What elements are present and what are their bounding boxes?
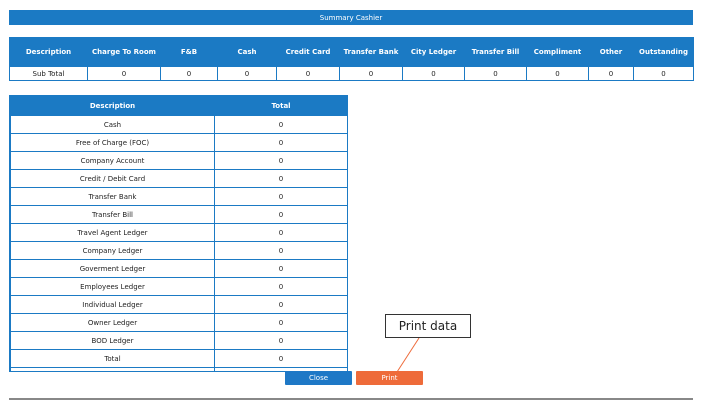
detail-total: 0 <box>214 241 347 260</box>
subtotal-cell: 0 <box>160 66 218 81</box>
detail-table-scroll[interactable]: Description Total Cash 0 Free of Charge (F… <box>9 95 348 372</box>
subtotal-cell: 0 <box>87 66 161 81</box>
detail-description: BOD Ledger <box>10 331 215 350</box>
bottom-divider <box>9 398 693 400</box>
detail-row: Transfer Bank 0 <box>10 187 347 206</box>
detail-description: Company Ledger <box>10 241 215 260</box>
close-button[interactable]: Close <box>285 371 352 385</box>
detail-total: 0 <box>214 133 347 152</box>
detail-description: Travel Agent Ledger <box>10 223 215 242</box>
detail-description <box>10 367 215 371</box>
detail-description: Goverment Ledger <box>10 259 215 278</box>
subtotal-cell: 0 <box>339 66 403 81</box>
detail-description: Credit / Debit Card <box>10 169 215 188</box>
detail-total: 0 <box>214 151 347 170</box>
detail-total: 0 <box>214 205 347 224</box>
detail-total: 0 <box>214 313 347 332</box>
detail-row: BOD Ledger 0 <box>10 331 347 350</box>
detail-table: Description Total Cash 0 Free of Charge (F… <box>10 96 347 371</box>
detail-row: Travel Agent Ledger 0 <box>10 223 347 242</box>
detail-description: Owner Ledger <box>10 313 215 332</box>
col-charge-to-room: Charge To Room <box>87 37 161 67</box>
col-transfer-bill: Transfer Bill <box>464 37 527 67</box>
col-city-ledger: City Ledger <box>402 37 465 67</box>
subtotal-cell: 0 <box>633 66 694 81</box>
detail-total: 0 <box>214 277 347 296</box>
detail-total: 0 <box>214 331 347 350</box>
detail-row: Goverment Ledger 0 <box>10 259 347 278</box>
detail-total: 0 <box>214 169 347 188</box>
subtotal-cell: 0 <box>526 66 589 81</box>
col-cash: Cash <box>217 37 277 67</box>
detail-row: Employees Ledger 0 <box>10 277 347 296</box>
col-transfer-bank: Transfer Bank <box>339 37 403 67</box>
print-button[interactable]: Print <box>356 371 423 385</box>
detail-row: Total 0 <box>10 349 347 368</box>
subtotal-label: Sub Total <box>9 66 88 81</box>
subtotal-row: Sub Total 0 0 0 0 0 0 0 0 0 0 <box>9 66 694 81</box>
detail-row: Cash 0 <box>10 115 347 134</box>
subtotal-cell: 0 <box>402 66 465 81</box>
detail-header-description: Description <box>10 96 215 116</box>
detail-row: Free of Charge (FOC) 0 <box>10 133 347 152</box>
summary-table: Description Charge To Room F&B Cash Cred… <box>9 37 694 81</box>
detail-row: Transfer Bill 0 <box>10 205 347 224</box>
col-description: Description <box>9 37 88 67</box>
detail-total: 0 <box>214 223 347 242</box>
subtotal-cell: 0 <box>588 66 634 81</box>
col-fnb: F&B <box>160 37 218 67</box>
subtotal-cell: 0 <box>276 66 340 81</box>
detail-description: Employees Ledger <box>10 277 215 296</box>
subtotal-cell: 0 <box>217 66 277 81</box>
detail-total: 0 <box>214 187 347 206</box>
detail-total: 0 <box>214 349 347 368</box>
detail-total: 0 <box>214 295 347 314</box>
detail-description: Transfer Bill <box>10 205 215 224</box>
subtotal-cell: 0 <box>464 66 527 81</box>
detail-description: Cash <box>10 115 215 134</box>
page-title: Summary Cashier <box>9 10 693 25</box>
detail-description: Company Account <box>10 151 215 170</box>
detail-description: Free of Charge (FOC) <box>10 133 215 152</box>
detail-description: Individual Ledger <box>10 295 215 314</box>
print-data-callout: Print data <box>385 314 471 338</box>
detail-description: Transfer Bank <box>10 187 215 206</box>
detail-row: Credit / Debit Card 0 <box>10 169 347 188</box>
detail-total: 0 <box>214 115 347 134</box>
detail-row: Individual Ledger 0 <box>10 295 347 314</box>
col-outstanding: Outstanding <box>633 37 694 67</box>
col-compliment: Compliment <box>526 37 589 67</box>
detail-description: Total <box>10 349 215 368</box>
detail-row: Company Account 0 <box>10 151 347 170</box>
col-other: Other <box>588 37 634 67</box>
col-credit-card: Credit Card <box>276 37 340 67</box>
detail-total: 0 <box>214 259 347 278</box>
detail-row: Owner Ledger 0 <box>10 313 347 332</box>
detail-header-total: Total <box>214 96 347 116</box>
detail-row: Company Ledger 0 <box>10 241 347 260</box>
